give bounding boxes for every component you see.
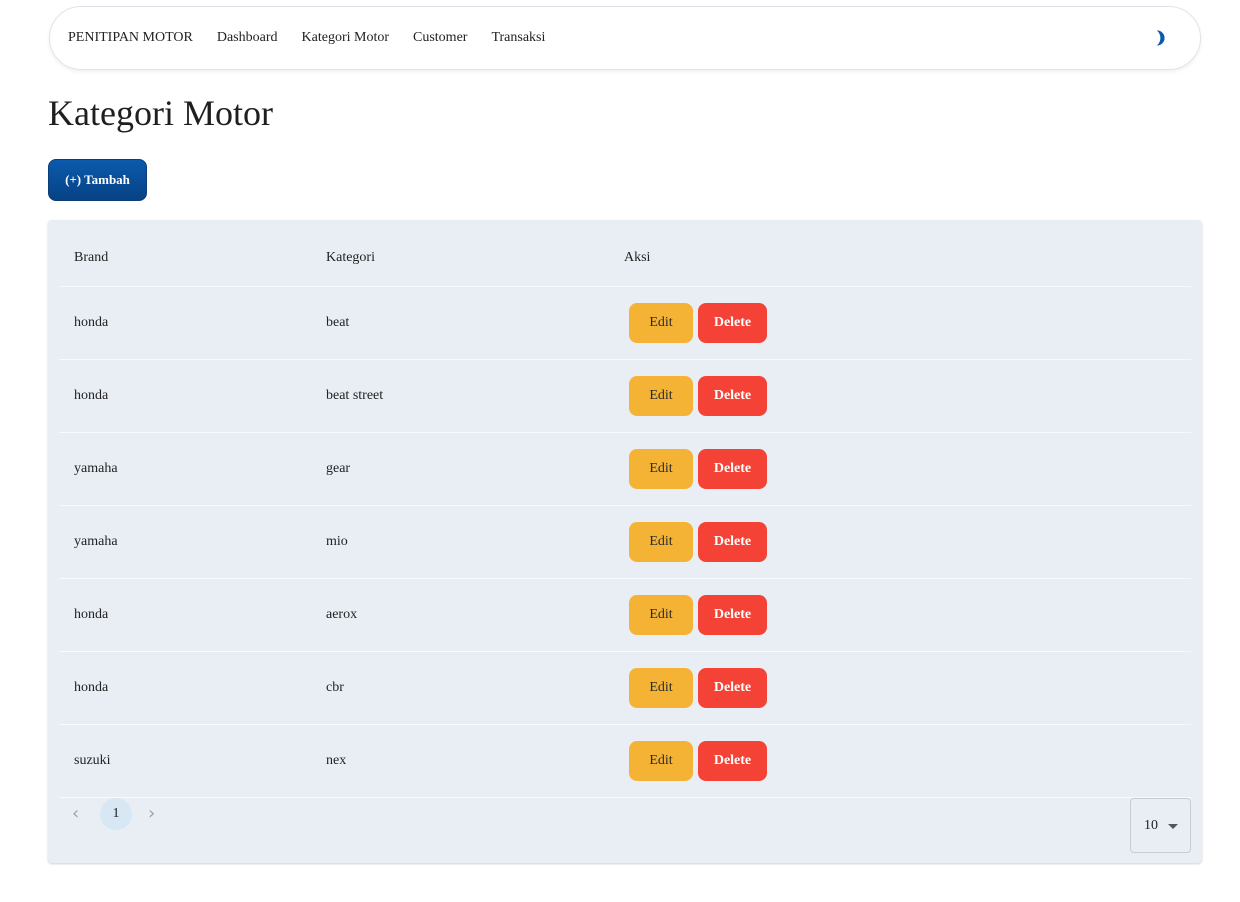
kategori-cell: beat	[326, 315, 350, 330]
column-header-aksi: Aksi	[624, 250, 651, 265]
kategori-cell: cbr	[326, 680, 344, 695]
kategori-cell: mio	[326, 534, 348, 549]
delete-button[interactable]: Delete	[698, 376, 767, 416]
column-header-kategori: Kategori	[326, 250, 375, 265]
rows-per-page-select[interactable]: 10	[1130, 798, 1191, 853]
delete-button[interactable]: Delete	[698, 449, 767, 489]
column-header-brand: Brand	[74, 250, 109, 265]
edit-button[interactable]: Edit	[629, 741, 693, 781]
current-page-button[interactable]: 1	[100, 798, 132, 830]
brand-cell: suzuki	[74, 753, 111, 768]
chevron-right-icon[interactable]: ›	[148, 803, 155, 824]
brand-cell: honda	[74, 607, 109, 622]
brand-cell: yamaha	[74, 461, 118, 476]
brand-cell: honda	[74, 388, 109, 403]
edit-button[interactable]: Edit	[629, 668, 693, 708]
delete-button[interactable]: Delete	[698, 668, 767, 708]
table-row: honda aerox Edit Delete	[59, 578, 1191, 651]
delete-button[interactable]: Delete	[698, 303, 767, 343]
edit-button[interactable]: Edit	[629, 595, 693, 635]
edit-button[interactable]: Edit	[629, 449, 693, 489]
table-row: honda beat Edit Delete	[59, 286, 1191, 359]
table-row: honda beat street Edit Delete	[59, 359, 1191, 432]
kategori-cell: nex	[326, 753, 347, 768]
table-card: Brand Kategori Aksi honda beat Edit Dele…	[48, 220, 1202, 863]
table-row: yamaha mio Edit Delete	[59, 505, 1191, 578]
kategori-cell: beat street	[326, 388, 384, 403]
nav-link-dashboard[interactable]: Dashboard	[217, 30, 278, 46]
nav-link-kategori-motor[interactable]: Kategori Motor	[302, 30, 389, 46]
edit-button[interactable]: Edit	[629, 303, 693, 343]
table-header: Brand Kategori Aksi	[48, 220, 1202, 287]
nav-link-transaksi[interactable]: Transaksi	[491, 30, 545, 46]
edit-button[interactable]: Edit	[629, 522, 693, 562]
caret-down-icon	[1168, 824, 1178, 829]
chevron-left-icon[interactable]: ‹	[72, 803, 79, 824]
half-moon-icon[interactable]	[1152, 29, 1170, 47]
rows-per-page-value: 10	[1144, 817, 1158, 833]
delete-button[interactable]: Delete	[698, 595, 767, 635]
navbar: PENITIPAN MOTOR Dashboard Kategori Motor…	[49, 6, 1201, 70]
edit-button[interactable]: Edit	[629, 376, 693, 416]
kategori-cell: gear	[326, 461, 351, 476]
brand-cell: yamaha	[74, 534, 118, 549]
table-row: suzuki nex Edit Delete	[59, 724, 1191, 797]
pagination-divider	[59, 797, 1191, 798]
table-row: yamaha gear Edit Delete	[59, 432, 1191, 505]
delete-button[interactable]: Delete	[698, 522, 767, 562]
page-title: Kategori Motor	[48, 93, 273, 133]
nav-link-customer[interactable]: Customer	[413, 30, 467, 46]
table-row: honda cbr Edit Delete	[59, 651, 1191, 724]
kategori-cell: aerox	[326, 607, 358, 622]
brand-cell: honda	[74, 315, 109, 330]
delete-button[interactable]: Delete	[698, 741, 767, 781]
nav-brand[interactable]: PENITIPAN MOTOR	[68, 30, 193, 46]
add-button[interactable]: (+) Tambah	[48, 159, 147, 201]
brand-cell: honda	[74, 680, 109, 695]
